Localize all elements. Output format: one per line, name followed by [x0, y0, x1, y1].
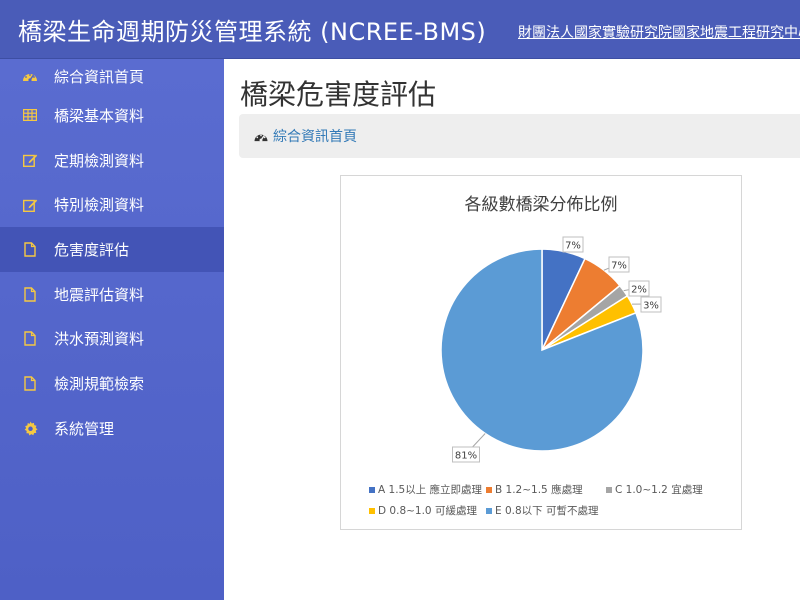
sidebar-item-flood-prediction[interactable]: 洪水預測資料: [0, 316, 224, 361]
file-icon: [22, 375, 38, 391]
sidebar-item-special-inspection[interactable]: 特別檢測資料: [0, 182, 224, 227]
data-label: 81%: [455, 451, 477, 462]
app-title: 橋梁生命週期防災管理系統 (NCREE-BMS): [18, 18, 487, 46]
sidebar-item-bridge-basic[interactable]: 橋梁基本資料: [0, 93, 224, 138]
breadcrumb-label: 綜合資訊首頁: [273, 129, 357, 145]
legend-swatch: [369, 508, 375, 514]
sidebar-item-system-admin[interactable]: 系統管理: [0, 406, 224, 451]
file-icon: [22, 241, 38, 257]
sidebar-item-label: 危害度評估: [54, 240, 130, 259]
gear-icon: [22, 420, 38, 436]
legend-swatch: [606, 487, 612, 493]
legend-swatch: [486, 487, 492, 493]
sidebar-item-hazard-assessment[interactable]: 危害度評估: [0, 227, 224, 272]
page-title: 橋梁危害度評估: [240, 78, 437, 111]
sidebar: 綜合資訊首頁 橋梁基本資料 定期檢測資料 特別檢測資料 危害度評估 地震評估資料: [0, 59, 224, 600]
data-label: 2%: [631, 285, 647, 296]
sidebar-item-periodic-inspection[interactable]: 定期檢測資料: [0, 138, 224, 183]
dashboard-icon: [253, 130, 269, 142]
sidebar-item-inspection-spec-search[interactable]: 檢測規範檢索: [0, 361, 224, 406]
table-icon: [22, 107, 38, 123]
legend-entry: C 1.0~1.2 宜處理: [615, 483, 703, 496]
main-content: 橋梁危害度評估 綜合資訊首頁 各級數橋梁分佈比例 7% 7% 2% 3% 81% A 1.…: [224, 59, 800, 600]
legend-entry: E 0.8以下 可暫不處理: [495, 504, 599, 517]
sidebar-item-label: 檢測規範檢索: [54, 374, 145, 393]
legend-swatch: [369, 487, 375, 493]
edit-icon: [22, 152, 38, 168]
sidebar-item-label: 定期檢測資料: [54, 151, 145, 170]
breadcrumb-link-dashboard[interactable]: 綜合資訊首頁: [253, 126, 357, 146]
legend-swatch: [486, 508, 492, 514]
file-icon: [22, 286, 38, 302]
sidebar-item-label: 綜合資訊首頁: [54, 67, 145, 86]
breadcrumb: 綜合資訊首頁: [239, 114, 800, 158]
dashboard-icon: [22, 68, 38, 84]
sidebar-item-label: 系統管理: [54, 419, 115, 438]
sidebar-item-seismic-assessment[interactable]: 地震評估資料: [0, 272, 224, 317]
data-label: 7%: [565, 241, 581, 252]
sidebar-item-label: 橋梁基本資料: [54, 106, 145, 125]
org-link[interactable]: 財團法人國家實驗研究院國家地震工程研究中心: [518, 22, 800, 42]
sidebar-item-dashboard[interactable]: 綜合資訊首頁: [0, 59, 224, 93]
sidebar-item-label: 洪水預測資料: [54, 330, 145, 349]
sidebar-item-label: 特別檢測資料: [54, 196, 145, 215]
legend-entry: B 1.2~1.5 應處理: [495, 483, 583, 496]
edit-icon: [22, 197, 38, 213]
data-label: 7%: [611, 261, 627, 272]
app-header: 橋梁生命週期防災管理系統 (NCREE-BMS) 財團法人國家實驗研究院國家地震…: [0, 0, 800, 59]
pie-chart: 7% 7% 2% 3% 81% A 1.5以上 應立即處理 B 1.2~1.5 應處理 C 1…: [369, 236, 703, 517]
pie-chart-panel: 各級數橋梁分佈比例 7% 7% 2% 3% 81% A 1.5以上 應立即處理 B 1.2~…: [340, 175, 742, 530]
legend-entry: A 1.5以上 應立即處理: [378, 483, 483, 496]
file-icon: [22, 331, 38, 347]
sidebar-item-label: 地震評估資料: [54, 285, 145, 304]
data-label: 3%: [643, 301, 659, 312]
legend-entry: D 0.8~1.0 可緩處理: [378, 504, 477, 517]
